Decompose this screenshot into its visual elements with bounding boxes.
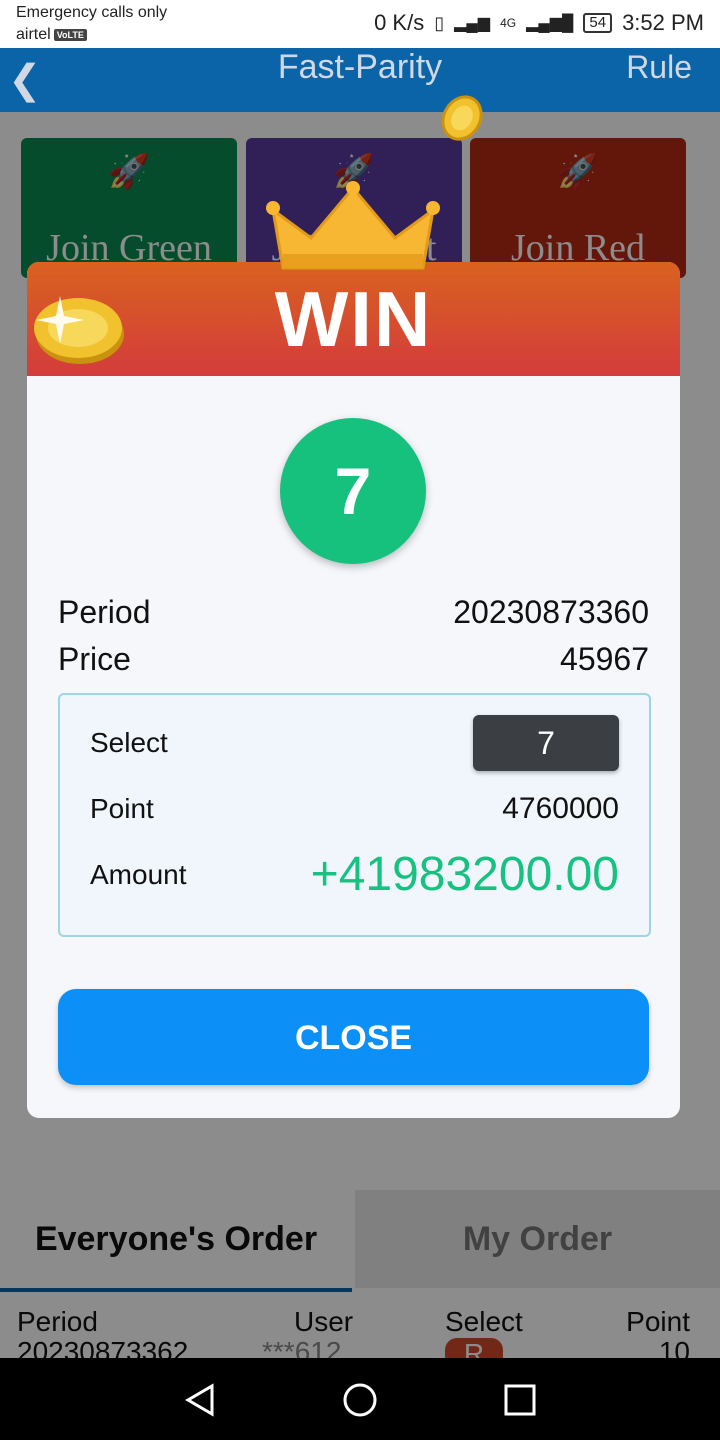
signal-icon-2: ▂▄▆█ [526, 15, 574, 32]
period-value: 20230873360 [453, 594, 649, 630]
home-nav-icon[interactable] [342, 1382, 378, 1418]
battery-icon: 54 [583, 13, 613, 33]
system-nav-bar [0, 1358, 720, 1440]
recents-nav-icon[interactable] [502, 1382, 538, 1418]
volte-badge: VoLTE [53, 28, 87, 41]
crown-icon [266, 181, 440, 270]
select-label: Select [90, 727, 168, 758]
clock: 3:52 PM [622, 10, 704, 35]
back-nav-icon[interactable] [182, 1382, 218, 1418]
win-dialog: WIN 7 Period 20230873360 Price 45967 Sel… [27, 262, 680, 1118]
price-label: Price [58, 641, 131, 677]
carrier-label: airtel [16, 26, 51, 43]
coin-icon [34, 296, 124, 364]
emergency-text: Emergency calls only [16, 4, 168, 21]
rule-link[interactable]: Rule [626, 48, 692, 86]
amount-label: Amount [90, 859, 187, 890]
page-title: Fast-Parity [277, 48, 443, 86]
point-value: 4760000 [502, 792, 619, 825]
select-value-chip: 7 [473, 715, 619, 771]
carrier-name: airtel VoLTE [16, 26, 87, 44]
app-header: ❮ Fast-Parity Rule [0, 48, 720, 112]
price-value: 45967 [560, 641, 649, 677]
status-bar: Emergency calls only airtel VoLTE 0 K/s ▯… [0, 0, 720, 48]
period-label: Period [58, 594, 151, 630]
network-type: 4G [500, 16, 517, 30]
result-number: 7 [280, 418, 426, 564]
point-label: Point [90, 793, 154, 824]
amount-value: +41983200.00 [310, 848, 619, 901]
close-button[interactable]: CLOSE [58, 989, 649, 1085]
bet-details: Select 7 Point 4760000 Amount +41983200.… [58, 693, 651, 937]
net-speed: 0 K/s [374, 10, 425, 35]
vibrate-icon: ▯ [434, 12, 445, 33]
coin-icon [441, 95, 483, 141]
status-right: 0 K/s ▯ ▂▄▆ 4G ▂▄▆█ 54 3:52 PM [374, 10, 704, 36]
signal-icon: ▂▄▆ [454, 15, 491, 32]
